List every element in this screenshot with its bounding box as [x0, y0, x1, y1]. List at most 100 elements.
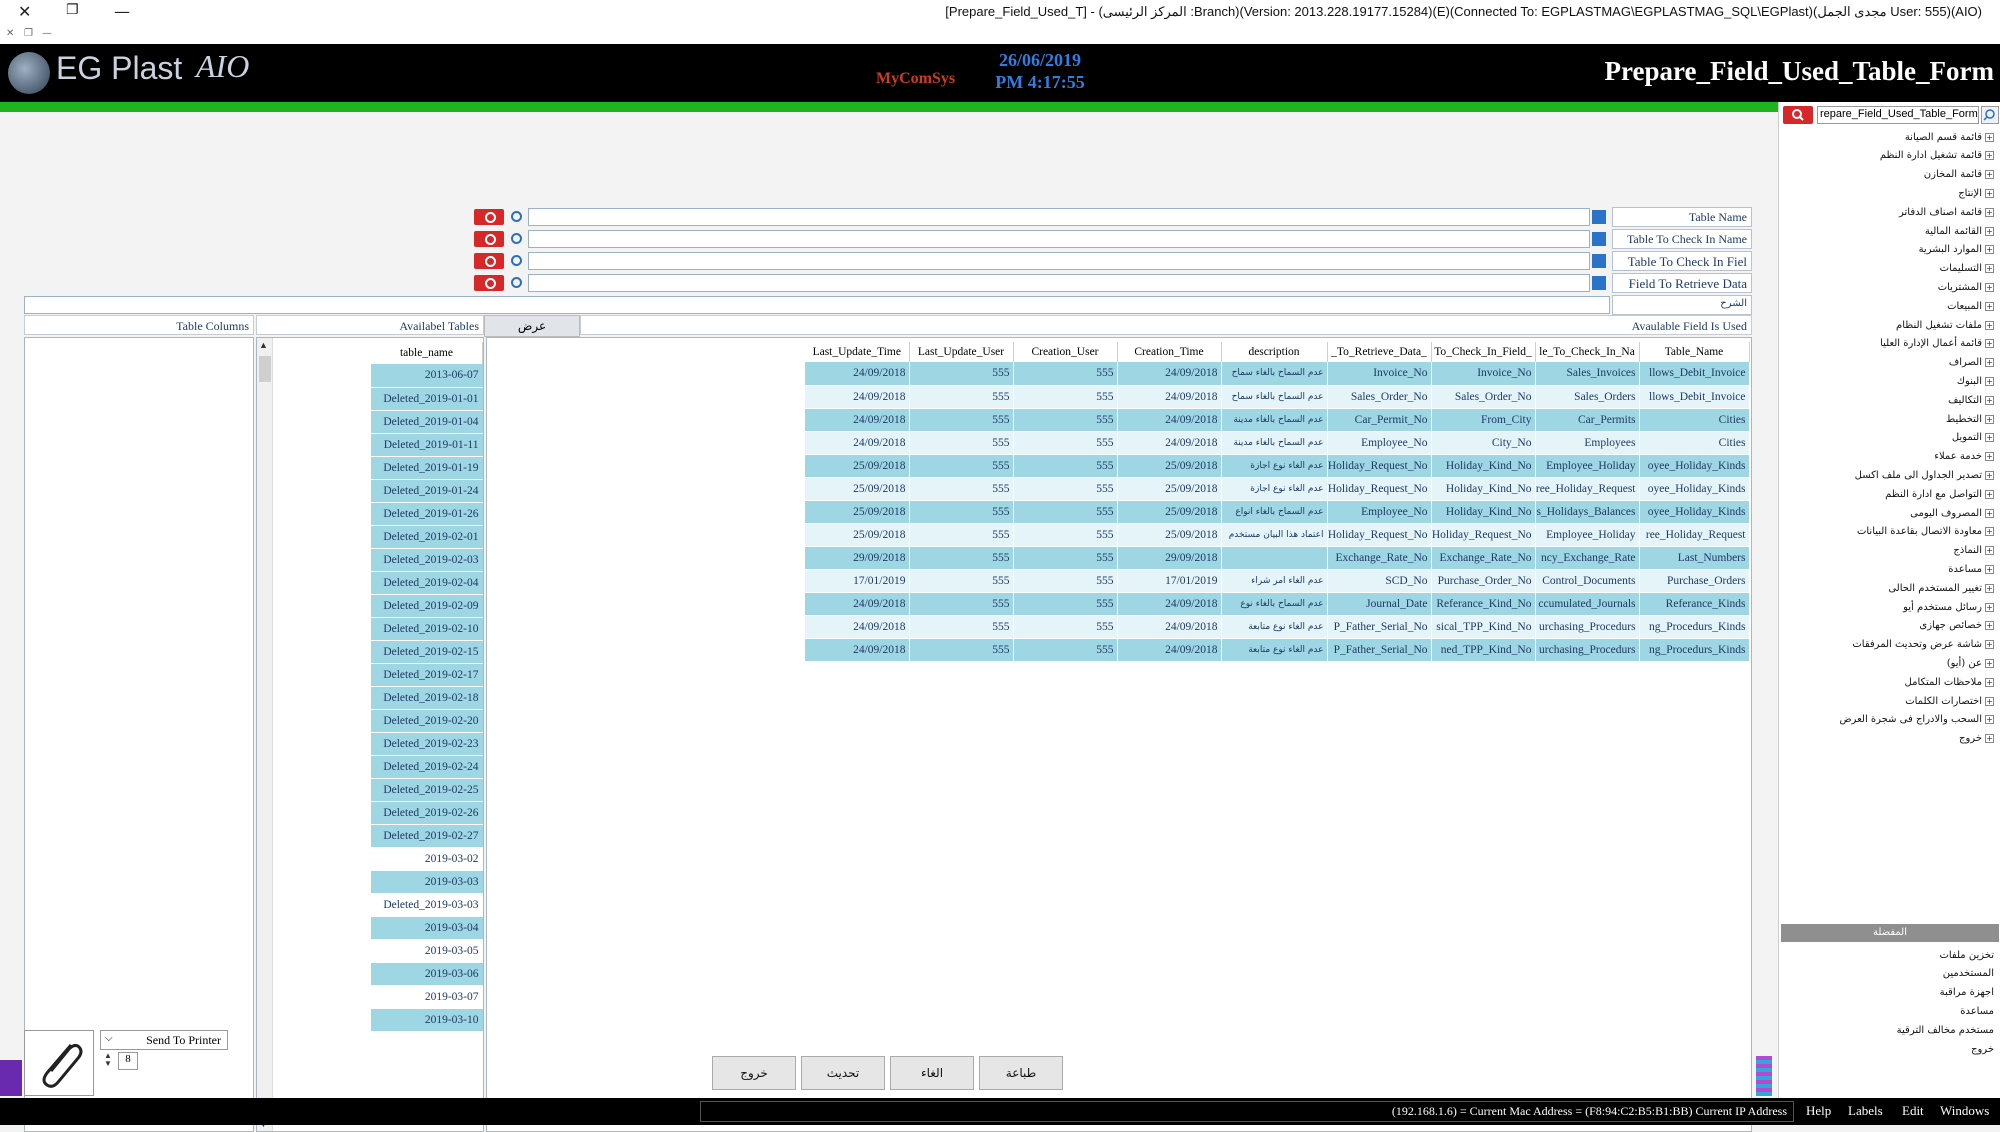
favorite-item[interactable]: تخزين ملفات	[1939, 946, 1994, 964]
tree-item[interactable]: + التخطيط	[1946, 410, 1994, 428]
expand-icon[interactable]: +	[1985, 376, 1994, 386]
table-row[interactable]: 29/09/2018 555 555 29/09/2018 Exchange_Rate_…	[805, 546, 1750, 570]
table-row[interactable]: 17/01/2019 555 555 17/01/2019 عدم الغاء امر …	[805, 569, 1750, 593]
check-in-field-picker-icon[interactable]	[1592, 254, 1606, 268]
tree-item[interactable]: + التواصل مع ادارة النظم	[1885, 485, 1994, 503]
tree-item[interactable]: + البنوك	[1957, 372, 1994, 390]
tables-scrollbar[interactable]: ▲ ▼	[257, 338, 273, 1131]
expand-icon[interactable]: +	[1985, 583, 1994, 593]
menu-labels[interactable]: Labels	[1848, 1103, 1883, 1119]
tree-item[interactable]: + قائمة أعمال الإدارة العليا	[1880, 335, 1994, 353]
show-button[interactable]: عرض	[484, 315, 580, 337]
table-row[interactable]: 25/09/2018 555 555 25/09/2018 اعتماد هذا الب…	[805, 523, 1750, 547]
table-name-search-button[interactable]	[474, 209, 504, 225]
table-row[interactable]: 24/09/2018 555 555 24/09/2018 عدم السماح بال…	[805, 362, 1750, 386]
grid-column-header[interactable]: To_Check_In_Field_	[1431, 342, 1536, 362]
check-in-field-lookup-icon[interactable]	[508, 253, 524, 269]
check-in-field-search-button[interactable]	[474, 253, 504, 269]
menu-edit[interactable]: Edit	[1902, 1103, 1924, 1119]
favorite-item[interactable]: اجهزة مراقبة	[1940, 984, 1994, 1002]
expand-icon[interactable]: +	[1985, 226, 1994, 236]
tree-item[interactable]: + التكاليف	[1948, 391, 1994, 409]
expand-icon[interactable]: +	[1985, 602, 1994, 612]
cancel-button[interactable]: الغاء	[890, 1056, 974, 1090]
table-name-input[interactable]	[528, 208, 1590, 226]
table-row[interactable]: 24/09/2018 555 555 24/09/2018 عدم السماح بال…	[805, 408, 1750, 432]
expand-icon[interactable]: +	[1985, 188, 1994, 198]
table-to-check-in-field-input[interactable]	[528, 252, 1590, 270]
retrieve-field-lookup-icon[interactable]	[508, 275, 524, 291]
tree-item[interactable]: + مساعدة	[1948, 560, 1994, 578]
table-name-picker-icon[interactable]	[1592, 210, 1606, 224]
expand-icon[interactable]: +	[1985, 358, 1994, 368]
table-row[interactable]: Deleted_2019-01-19	[371, 456, 483, 480]
tree-item[interactable]: + قائمة اصناف الدفاتر	[1899, 203, 1994, 221]
tree-item[interactable]: + المصروف اليومى	[1910, 504, 1994, 522]
table-row[interactable]: 25/09/2018 555 555 25/09/2018 عدم الغاء نوع …	[805, 454, 1750, 478]
minimize-window-icon[interactable]: —	[114, 2, 130, 21]
table-row[interactable]: Deleted_2019-03-03	[371, 893, 483, 917]
expand-icon[interactable]: +	[1985, 470, 1994, 480]
table-row[interactable]: 2019-03-10	[371, 1008, 483, 1032]
table-row[interactable]: Deleted_2019-02-25	[371, 778, 483, 802]
tree-item[interactable]: + التسليمات	[1940, 260, 1994, 278]
expand-icon[interactable]: +	[1985, 395, 1994, 405]
expand-icon[interactable]: +	[1985, 414, 1994, 424]
side-tab-icon[interactable]	[0, 1060, 22, 1096]
check-in-name-lookup-icon[interactable]	[508, 231, 524, 247]
table-row[interactable]: 2019-03-04	[371, 916, 483, 940]
grid-column-header[interactable]: Creation_User	[1013, 342, 1118, 362]
expand-icon[interactable]: +	[1985, 320, 1994, 330]
expand-icon[interactable]: +	[1985, 546, 1994, 556]
tree-item[interactable]: + المشتريات	[1938, 278, 1994, 296]
table-row[interactable]: 2019-03-07	[371, 985, 483, 1009]
table-row[interactable]: Deleted_2019-02-10	[371, 617, 483, 641]
tree-item[interactable]: + تغيير المستخدم الحالى	[1888, 579, 1994, 597]
retrieve-field-search-button[interactable]	[474, 275, 504, 291]
table-row[interactable]: Deleted_2019-02-18	[371, 686, 483, 710]
grid-column-header[interactable]: _To_Retrieve_Data_	[1327, 342, 1432, 362]
mdi-restore-icon[interactable]: ❐	[24, 28, 33, 39]
restore-window-icon[interactable]: ❐	[66, 2, 79, 18]
tree-find-icon[interactable]	[1981, 106, 1999, 124]
table-row[interactable]: 2019-03-02	[371, 847, 483, 871]
grid-column-header[interactable]: Last_Update_User	[909, 342, 1014, 362]
tree-item[interactable]: + الموارد البشرية	[1919, 241, 1994, 259]
expand-icon[interactable]: +	[1985, 452, 1994, 462]
table-row[interactable]: Deleted_2019-01-11	[371, 433, 483, 457]
table-row[interactable]: Deleted_2019-01-24	[371, 479, 483, 503]
expand-icon[interactable]: +	[1985, 696, 1994, 706]
grid-column-header[interactable]: Table_Name	[1639, 342, 1750, 362]
print-button[interactable]: طباعة	[979, 1056, 1063, 1090]
tree-item[interactable]: + عن (أيو)	[1947, 654, 1994, 672]
table-row[interactable]: Deleted_2019-02-01	[371, 525, 483, 549]
tree-item[interactable]: + خصائص جهازى	[1919, 617, 1994, 635]
tree-search-button[interactable]	[1783, 106, 1813, 124]
tree-item[interactable]: + رسائل مستخدم أيو	[1903, 598, 1994, 616]
expand-icon[interactable]: +	[1985, 132, 1994, 142]
table-columns-list[interactable]	[24, 337, 254, 1132]
check-in-name-picker-icon[interactable]	[1592, 232, 1606, 246]
favorite-item[interactable]: مساعدة	[1960, 1002, 1994, 1020]
tree-item[interactable]: + الإنتاج	[1958, 184, 1994, 202]
expand-icon[interactable]: +	[1985, 508, 1994, 518]
table-row[interactable]: Deleted_2019-01-04	[371, 410, 483, 434]
tree-item[interactable]: + التمويل	[1952, 429, 1994, 447]
tree-item[interactable]: + السحب والادراج فى شجرة العرض	[1839, 711, 1994, 729]
tree-item[interactable]: + القائمة المالية	[1925, 222, 1994, 240]
grid-column-header[interactable]: description	[1221, 342, 1328, 362]
table-row[interactable]: Deleted_2019-02-27	[371, 824, 483, 848]
favorite-item[interactable]: المستخدمين	[1943, 965, 1994, 983]
tree-item[interactable]: + ملاحظات المتكامل	[1905, 673, 1994, 691]
table-row[interactable]: Deleted_2019-02-03	[371, 548, 483, 572]
refresh-button[interactable]: تحديث	[801, 1056, 885, 1090]
expand-icon[interactable]: +	[1985, 564, 1994, 574]
expand-icon[interactable]: +	[1985, 433, 1994, 443]
expand-icon[interactable]: +	[1985, 658, 1994, 668]
attachment-button[interactable]	[24, 1030, 94, 1096]
color-strip-icon[interactable]	[1756, 1056, 1772, 1096]
scroll-up-icon[interactable]: ▲	[259, 340, 268, 350]
tree-item[interactable]: + شاشة عرض وتحديث المرفقات	[1852, 636, 1994, 654]
expand-icon[interactable]: +	[1985, 640, 1994, 650]
tree-item[interactable]: + ملفات تشغيل النظام	[1896, 316, 1994, 334]
